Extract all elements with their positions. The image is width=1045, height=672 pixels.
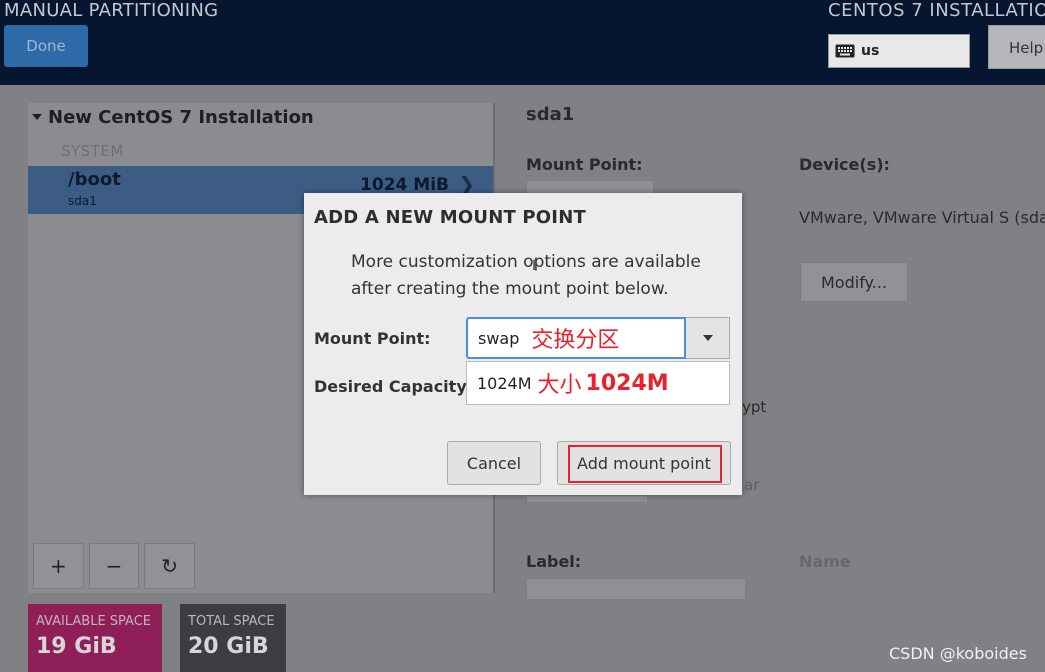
mount-point-input[interactable]: swap 交换分区 <box>466 317 686 359</box>
available-space-badge: AVAILABLE SPACE 19 GiB <box>28 604 162 672</box>
add-partition-button[interactable]: + <box>33 543 84 589</box>
total-space-badge: TOTAL SPACE 20 GiB <box>180 604 286 672</box>
partition-toolbar: + − ↻ <box>33 543 196 589</box>
partition-size: 1024 MiB <box>360 175 449 195</box>
total-space-label: TOTAL SPACE <box>188 614 275 629</box>
help-button[interactable]: Help <box>988 25 1045 69</box>
page-title: MANUAL PARTITIONING <box>4 0 219 21</box>
keyboard-layout-value: us <box>861 43 880 59</box>
installation-tree-header[interactable]: New CentOS 7 Installation <box>32 103 314 131</box>
name-field-label: Name <box>799 552 851 571</box>
mount-point-label: Mount Point: <box>314 329 431 348</box>
ghost-control-bg <box>526 495 648 503</box>
encrypt-label-partial: ypt <box>742 398 767 416</box>
mount-point-label-bg: Mount Point: <box>526 155 643 174</box>
top-header: MANUAL PARTITIONING Done CENTOS 7 INSTAL… <box>0 0 1045 85</box>
selected-partition-title: sda1 <box>526 104 575 125</box>
expand-triangle-icon <box>32 114 42 120</box>
partition-device: sda1 <box>68 194 97 208</box>
partition-mount-name: /boot <box>68 169 121 190</box>
desired-capacity-input[interactable]: 1024M 大小 1024M <box>466 361 730 405</box>
system-group-label: SYSTEM <box>61 142 124 160</box>
dialog-title: ADD A NEW MOUNT POINT <box>314 207 586 228</box>
text-cursor-icon: I <box>532 258 537 274</box>
swap-annotation: 交换分区 <box>531 328 620 353</box>
chevron-down-icon <box>702 335 713 341</box>
watermark: CSDN @koboides <box>889 644 1027 663</box>
device-value: VMware, VMware Virtual S (sda) <box>799 208 1045 227</box>
mount-point-value: swap <box>478 328 520 348</box>
mount-point-dropdown-button[interactable] <box>686 317 730 359</box>
done-button[interactable]: Done <box>4 25 88 67</box>
total-space-value: 20 GiB <box>188 634 269 659</box>
size-annotation: 大小 <box>537 373 582 398</box>
available-space-label: AVAILABLE SPACE <box>36 614 152 629</box>
refresh-button[interactable]: ↻ <box>144 543 196 589</box>
devices-label: Device(s): <box>799 155 890 174</box>
label-field-label: Label: <box>526 552 582 571</box>
installation-name: New CentOS 7 Installation <box>48 106 314 128</box>
available-space-value: 19 GiB <box>36 634 117 659</box>
label-input-bg[interactable] <box>526 578 746 600</box>
modify-button[interactable]: Modify... <box>800 262 908 302</box>
installer-title: CENTOS 7 INSTALLATIO <box>828 0 1045 21</box>
cancel-button[interactable]: Cancel <box>447 441 541 485</box>
desired-capacity-value: 1024M <box>477 373 532 393</box>
keyboard-icon <box>835 44 855 58</box>
size-annotation-number: 1024M <box>585 370 669 396</box>
add-mount-point-dialog: ADD A NEW MOUNT POINT More customization… <box>304 193 742 495</box>
desired-capacity-label: Desired Capacity: <box>314 377 474 396</box>
remove-partition-button[interactable]: − <box>88 543 140 589</box>
partial-label-ar: ar <box>744 476 760 494</box>
keyboard-layout-selector[interactable]: us <box>828 34 970 68</box>
add-mount-point-button[interactable]: Add mount point <box>557 441 731 485</box>
